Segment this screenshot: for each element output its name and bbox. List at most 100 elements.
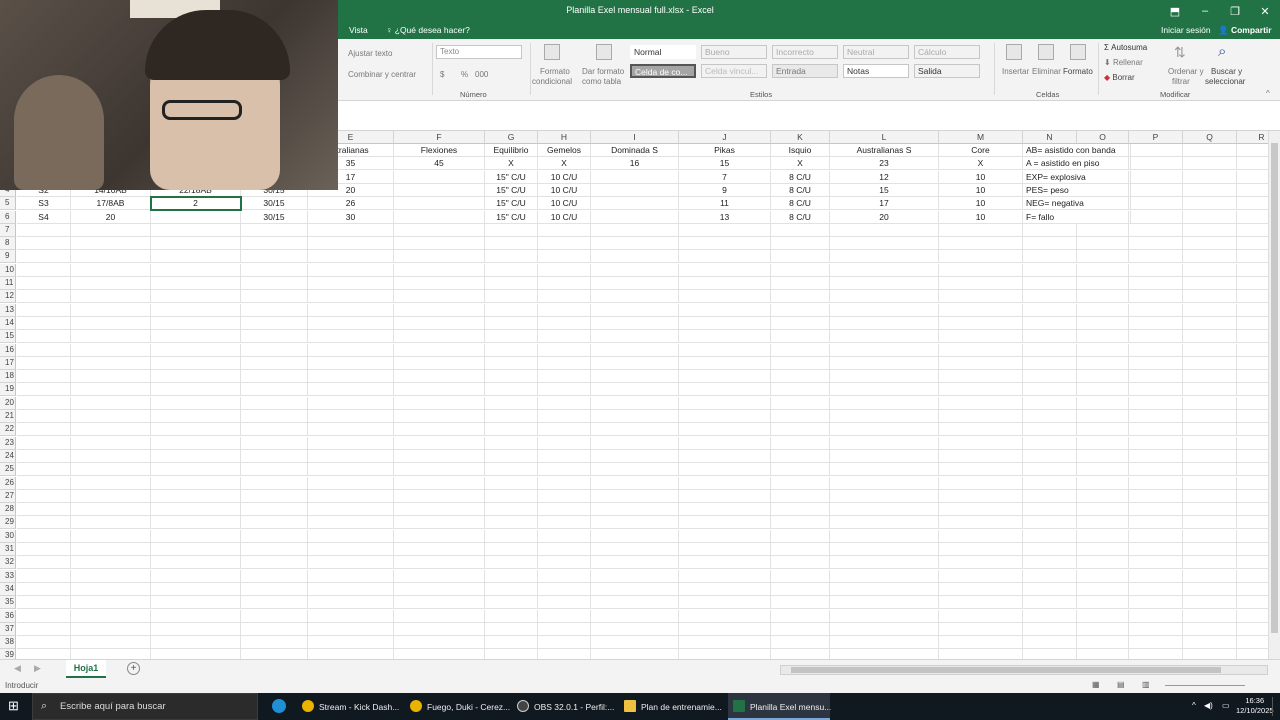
empty-cell[interactable] — [71, 489, 151, 503]
percent-button[interactable]: % — [461, 70, 468, 79]
empty-cell[interactable] — [1077, 556, 1129, 570]
empty-cell[interactable] — [1077, 343, 1129, 357]
empty-cell[interactable] — [679, 503, 771, 517]
empty-cell[interactable] — [71, 636, 151, 650]
empty-cell[interactable] — [1237, 516, 1268, 530]
table-cell[interactable]: 8 C/U — [771, 197, 830, 211]
empty-cell[interactable] — [71, 649, 151, 659]
empty-cell[interactable] — [71, 263, 151, 277]
format-table-label-1[interactable]: Dar formato — [582, 67, 624, 76]
empty-cell[interactable] — [538, 489, 591, 503]
empty-cell[interactable] — [939, 503, 1023, 517]
empty-cell[interactable] — [1183, 609, 1237, 623]
empty-cell[interactable] — [679, 410, 771, 423]
empty-cell[interactable] — [308, 556, 394, 570]
empty-cell[interactable] — [71, 516, 151, 530]
normal-view-icon[interactable]: ▦ — [1092, 680, 1100, 689]
empty-cell[interactable] — [1129, 569, 1183, 583]
empty-cell[interactable] — [17, 516, 71, 530]
empty-cell[interactable] — [151, 529, 241, 543]
empty-cell[interactable] — [771, 237, 830, 251]
table-cell[interactable]: 23 — [830, 157, 939, 171]
empty-cell[interactable] — [1129, 210, 1183, 224]
empty-cell[interactable] — [830, 582, 939, 596]
empty-cell[interactable] — [151, 290, 241, 304]
empty-cell[interactable] — [830, 529, 939, 543]
empty-cell[interactable] — [308, 410, 394, 423]
empty-cell[interactable] — [17, 316, 71, 330]
empty-cell[interactable] — [1237, 596, 1268, 610]
empty-cell[interactable] — [17, 383, 71, 397]
empty-cell[interactable] — [1237, 357, 1268, 370]
table-cell[interactable]: 30 — [308, 210, 394, 224]
empty-cell[interactable] — [394, 330, 485, 344]
empty-cell[interactable] — [1077, 383, 1129, 397]
show-desktop-button[interactable] — [1272, 697, 1278, 716]
empty-cell[interactable] — [308, 330, 394, 344]
empty-cell[interactable] — [17, 396, 71, 410]
empty-cell[interactable] — [71, 356, 151, 370]
empty-cell[interactable] — [485, 330, 538, 344]
empty-cell[interactable] — [1023, 476, 1077, 490]
empty-cell[interactable] — [241, 330, 308, 344]
empty-cell[interactable] — [679, 237, 771, 251]
empty-cell[interactable] — [485, 223, 538, 237]
empty-cell[interactable] — [308, 343, 394, 357]
empty-cell[interactable] — [1237, 344, 1268, 357]
empty-cell[interactable] — [394, 569, 485, 583]
empty-cell[interactable] — [485, 316, 538, 330]
autosum-button[interactable]: Σ Autosuma — [1104, 43, 1147, 52]
empty-cell[interactable] — [394, 489, 485, 503]
empty-cell[interactable] — [771, 556, 830, 570]
empty-cell[interactable] — [308, 582, 394, 596]
empty-cell[interactable] — [241, 489, 308, 503]
ribbon-display-icon[interactable]: ⬒ — [1160, 0, 1190, 22]
taskbar-app-plan[interactable]: Plan de entrenamie... — [624, 693, 722, 720]
empty-cell[interactable] — [679, 303, 771, 317]
empty-cell[interactable] — [1129, 157, 1183, 171]
conditional-format-label-2[interactable]: condicional — [532, 77, 572, 86]
empty-cell[interactable] — [939, 636, 1023, 650]
empty-cell[interactable] — [939, 516, 1023, 530]
empty-cell[interactable] — [538, 356, 591, 370]
empty-cell[interactable] — [1237, 423, 1268, 437]
empty-cell[interactable] — [485, 263, 538, 277]
empty-cell[interactable] — [1237, 330, 1268, 344]
style-salida[interactable]: Salida — [914, 64, 980, 78]
empty-cell[interactable] — [679, 596, 771, 610]
empty-cell[interactable] — [1183, 170, 1237, 184]
table-cell[interactable]: S4 — [17, 210, 71, 224]
empty-cell[interactable] — [1023, 223, 1077, 237]
wrap-text-button[interactable]: Ajustar texto — [348, 49, 392, 58]
empty-cell[interactable] — [394, 356, 485, 370]
empty-cell[interactable] — [241, 356, 308, 370]
empty-cell[interactable] — [485, 370, 538, 384]
empty-cell[interactable] — [538, 569, 591, 583]
empty-cell[interactable] — [771, 277, 830, 290]
empty-cell[interactable] — [1183, 569, 1237, 583]
sheet-tab-hoja1[interactable]: Hoja1 — [66, 660, 106, 678]
empty-cell[interactable] — [17, 263, 71, 277]
empty-cell[interactable] — [485, 476, 538, 490]
empty-cell[interactable] — [308, 356, 394, 370]
clear-button[interactable]: ◆ Borrar — [1104, 73, 1135, 82]
empty-cell[interactable] — [830, 263, 939, 277]
empty-cell[interactable] — [1023, 423, 1077, 437]
empty-cell[interactable] — [771, 316, 830, 330]
style-neutral[interactable]: Neutral — [843, 45, 909, 59]
empty-cell[interactable] — [1129, 197, 1183, 211]
empty-cell[interactable] — [241, 423, 308, 437]
header-cell[interactable]: Australianas S — [830, 144, 939, 157]
empty-cell[interactable] — [1129, 183, 1183, 197]
empty-cell[interactable] — [308, 596, 394, 610]
taskbar-clock[interactable]: 16:36 12/10/2025 — [1236, 696, 1274, 716]
empty-cell[interactable] — [1183, 529, 1237, 543]
empty-cell[interactable] — [71, 476, 151, 490]
table-cell[interactable]: 17/8AB — [71, 197, 151, 211]
empty-cell[interactable] — [71, 596, 151, 610]
empty-cell[interactable] — [939, 622, 1023, 636]
header-cell[interactable]: Pikas — [679, 144, 771, 157]
empty-cell[interactable] — [1237, 290, 1268, 304]
empty-cell[interactable] — [1129, 423, 1183, 437]
empty-cell[interactable] — [151, 489, 241, 503]
